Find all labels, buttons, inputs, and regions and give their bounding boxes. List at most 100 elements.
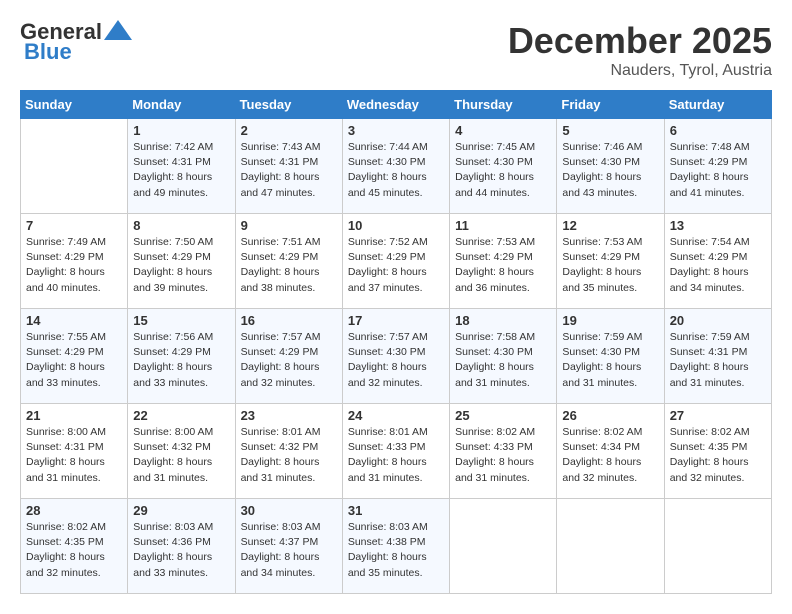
day-info: Sunrise: 8:01 AMSunset: 4:32 PMDaylight:…: [241, 425, 337, 486]
calendar-cell: 8 Sunrise: 7:50 AMSunset: 4:29 PMDaylight…: [128, 214, 235, 309]
calendar-cell: [557, 499, 664, 594]
calendar-cell: 3Sunrise: 7:44 AMSunset: 4:30 PMDaylight…: [342, 119, 449, 214]
calendar-table: SundayMondayTuesdayWednesdayThursdayFrid…: [20, 90, 772, 594]
day-info: Sunrise: 8:03 AMSunset: 4:36 PMDaylight:…: [133, 520, 229, 581]
calendar-week-row: 21 Sunrise: 8:00 AMSunset: 4:31 PMDayligh…: [21, 404, 772, 499]
weekday-header-friday: Friday: [557, 91, 664, 119]
day-info: Sunrise: 8:02 AMSunset: 4:33 PMDaylight:…: [455, 425, 551, 486]
day-number: 21: [26, 408, 122, 423]
day-info: Sunrise: 7:43 AMSunset: 4:31 PMDaylight:…: [241, 140, 337, 201]
weekday-header-wednesday: Wednesday: [342, 91, 449, 119]
day-number: 4: [455, 123, 551, 138]
day-number: 26: [562, 408, 658, 423]
day-number: 11: [455, 218, 551, 233]
logo-blue-text: Blue: [24, 40, 72, 64]
day-number: 24: [348, 408, 444, 423]
calendar-header-row: SundayMondayTuesdayWednesdayThursdayFrid…: [21, 91, 772, 119]
calendar-cell: 27 Sunrise: 8:02 AMSunset: 4:35 PMDayligh…: [664, 404, 771, 499]
logo-icon: [104, 20, 132, 40]
day-info: Sunrise: 8:02 AMSunset: 4:35 PMDaylight:…: [26, 520, 122, 581]
main-title: December 2025: [508, 20, 772, 62]
calendar-cell: 9Sunrise: 7:51 AMSunset: 4:29 PMDaylight…: [235, 214, 342, 309]
day-number: 29: [133, 503, 229, 518]
day-info: Sunrise: 7:57 AMSunset: 4:29 PMDaylight:…: [241, 330, 337, 391]
page-header: General Blue December 2025 Nauders, Tyro…: [20, 20, 772, 80]
day-info: Sunrise: 8:02 AMSunset: 4:34 PMDaylight:…: [562, 425, 658, 486]
day-info: Sunrise: 7:50 AMSunset: 4:29 PMDaylight:…: [133, 235, 229, 296]
day-info: Sunrise: 7:42 AMSunset: 4:31 PMDaylight:…: [133, 140, 229, 201]
day-info: Sunrise: 7:45 AMSunset: 4:30 PMDaylight:…: [455, 140, 551, 201]
calendar-cell: 14 Sunrise: 7:55 AMSunset: 4:29 PMDayligh…: [21, 309, 128, 404]
calendar-cell: 2 Sunrise: 7:43 AMSunset: 4:31 PMDaylight…: [235, 119, 342, 214]
day-info: Sunrise: 7:48 AMSunset: 4:29 PMDaylight:…: [670, 140, 766, 201]
calendar-cell: 24Sunrise: 8:01 AMSunset: 4:33 PMDayligh…: [342, 404, 449, 499]
calendar-cell: 26 Sunrise: 8:02 AMSunset: 4:34 PMDayligh…: [557, 404, 664, 499]
day-number: 27: [670, 408, 766, 423]
day-number: 17: [348, 313, 444, 328]
calendar-cell: [450, 499, 557, 594]
day-number: 20: [670, 313, 766, 328]
calendar-cell: 6 Sunrise: 7:48 AMSunset: 4:29 PMDaylight…: [664, 119, 771, 214]
day-number: 7: [26, 218, 122, 233]
day-info: Sunrise: 7:58 AMSunset: 4:30 PMDaylight:…: [455, 330, 551, 391]
weekday-header-tuesday: Tuesday: [235, 91, 342, 119]
calendar-cell: 18 Sunrise: 7:58 AMSunset: 4:30 PMDayligh…: [450, 309, 557, 404]
day-info: Sunrise: 8:02 AMSunset: 4:35 PMDaylight:…: [670, 425, 766, 486]
day-number: 16: [241, 313, 337, 328]
calendar-cell: 20Sunrise: 7:59 AMSunset: 4:31 PMDayligh…: [664, 309, 771, 404]
calendar-cell: 15 Sunrise: 7:56 AMSunset: 4:29 PMDayligh…: [128, 309, 235, 404]
day-number: 10: [348, 218, 444, 233]
day-number: 12: [562, 218, 658, 233]
calendar-cell: 10 Sunrise: 7:52 AMSunset: 4:29 PMDayligh…: [342, 214, 449, 309]
day-number: 6: [670, 123, 766, 138]
calendar-cell: 1Sunrise: 7:42 AMSunset: 4:31 PMDaylight…: [128, 119, 235, 214]
location-subtitle: Nauders, Tyrol, Austria: [508, 62, 772, 80]
day-info: Sunrise: 7:54 AMSunset: 4:29 PMDaylight:…: [670, 235, 766, 296]
calendar-week-row: 1Sunrise: 7:42 AMSunset: 4:31 PMDaylight…: [21, 119, 772, 214]
day-info: Sunrise: 7:51 AMSunset: 4:29 PMDaylight:…: [241, 235, 337, 296]
day-info: Sunrise: 7:46 AMSunset: 4:30 PMDaylight:…: [562, 140, 658, 201]
calendar-cell: 31 Sunrise: 8:03 AMSunset: 4:38 PMDayligh…: [342, 499, 449, 594]
day-info: Sunrise: 8:00 AMSunset: 4:31 PMDaylight:…: [26, 425, 122, 486]
calendar-cell: 21 Sunrise: 8:00 AMSunset: 4:31 PMDayligh…: [21, 404, 128, 499]
day-number: 19: [562, 313, 658, 328]
calendar-cell: [21, 119, 128, 214]
day-number: 15: [133, 313, 229, 328]
day-info: Sunrise: 8:00 AMSunset: 4:32 PMDaylight:…: [133, 425, 229, 486]
day-number: 13: [670, 218, 766, 233]
day-info: Sunrise: 7:49 AMSunset: 4:29 PMDaylight:…: [26, 235, 122, 296]
day-number: 14: [26, 313, 122, 328]
calendar-week-row: 7 Sunrise: 7:49 AMSunset: 4:29 PMDaylight…: [21, 214, 772, 309]
day-info: Sunrise: 7:53 AMSunset: 4:29 PMDaylight:…: [455, 235, 551, 296]
day-number: 22: [133, 408, 229, 423]
day-info: Sunrise: 7:53 AMSunset: 4:29 PMDaylight:…: [562, 235, 658, 296]
logo: General Blue: [20, 20, 132, 64]
day-number: 5: [562, 123, 658, 138]
day-number: 28: [26, 503, 122, 518]
calendar-cell: 7 Sunrise: 7:49 AMSunset: 4:29 PMDaylight…: [21, 214, 128, 309]
calendar-cell: 19 Sunrise: 7:59 AMSunset: 4:30 PMDayligh…: [557, 309, 664, 404]
day-info: Sunrise: 7:52 AMSunset: 4:29 PMDaylight:…: [348, 235, 444, 296]
calendar-cell: 29 Sunrise: 8:03 AMSunset: 4:36 PMDayligh…: [128, 499, 235, 594]
day-number: 2: [241, 123, 337, 138]
day-info: Sunrise: 7:59 AMSunset: 4:30 PMDaylight:…: [562, 330, 658, 391]
day-number: 25: [455, 408, 551, 423]
calendar-cell: 25 Sunrise: 8:02 AMSunset: 4:33 PMDayligh…: [450, 404, 557, 499]
calendar-cell: 16 Sunrise: 7:57 AMSunset: 4:29 PMDayligh…: [235, 309, 342, 404]
day-number: 18: [455, 313, 551, 328]
calendar-week-row: 28 Sunrise: 8:02 AMSunset: 4:35 PMDayligh…: [21, 499, 772, 594]
calendar-cell: 23Sunrise: 8:01 AMSunset: 4:32 PMDayligh…: [235, 404, 342, 499]
calendar-cell: 12 Sunrise: 7:53 AMSunset: 4:29 PMDayligh…: [557, 214, 664, 309]
day-number: 31: [348, 503, 444, 518]
weekday-header-saturday: Saturday: [664, 91, 771, 119]
calendar-cell: 4 Sunrise: 7:45 AMSunset: 4:30 PMDaylight…: [450, 119, 557, 214]
day-info: Sunrise: 7:56 AMSunset: 4:29 PMDaylight:…: [133, 330, 229, 391]
day-info: Sunrise: 7:57 AMSunset: 4:30 PMDaylight:…: [348, 330, 444, 391]
calendar-cell: 11 Sunrise: 7:53 AMSunset: 4:29 PMDayligh…: [450, 214, 557, 309]
day-info: Sunrise: 7:55 AMSunset: 4:29 PMDaylight:…: [26, 330, 122, 391]
calendar-week-row: 14 Sunrise: 7:55 AMSunset: 4:29 PMDayligh…: [21, 309, 772, 404]
calendar-cell: 28 Sunrise: 8:02 AMSunset: 4:35 PMDayligh…: [21, 499, 128, 594]
day-info: Sunrise: 8:03 AMSunset: 4:38 PMDaylight:…: [348, 520, 444, 581]
day-number: 8: [133, 218, 229, 233]
day-info: Sunrise: 7:44 AMSunset: 4:30 PMDaylight:…: [348, 140, 444, 201]
